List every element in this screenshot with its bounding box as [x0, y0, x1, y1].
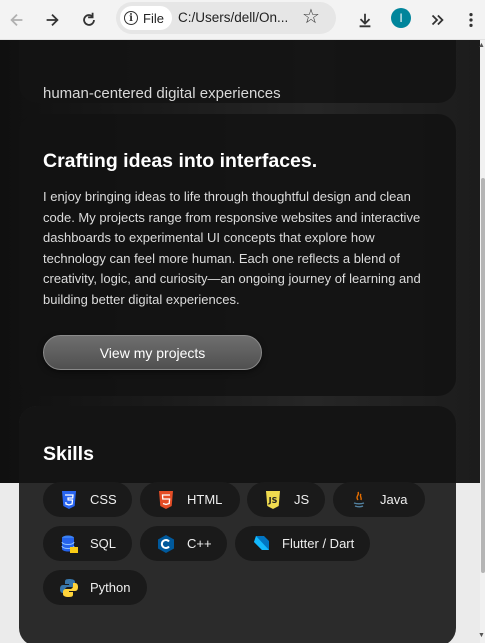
reload-icon[interactable]	[75, 6, 103, 34]
skill-label: Python	[90, 580, 131, 595]
back-icon[interactable]	[3, 6, 31, 34]
site-info-chip[interactable]: i File	[120, 6, 172, 30]
forward-icon[interactable]	[38, 6, 66, 34]
url-text: C:/Users/dell/On...	[178, 10, 289, 25]
download-icon[interactable]	[351, 6, 379, 34]
address-bar[interactable]: i File C:/Users/dell/On... ☆	[116, 2, 336, 34]
browser-toolbar: i File C:/Users/dell/On... ☆ I	[0, 0, 485, 40]
skills-title: Skills	[43, 443, 94, 465]
about-card: Crafting ideas into interfaces. I enjoy …	[19, 114, 456, 396]
skill-label: CSS	[90, 492, 117, 507]
skill-label: Flutter / Dart	[282, 536, 355, 551]
skill-pill-html: HTML	[140, 482, 240, 517]
skill-label: JS	[294, 492, 310, 507]
bookmark-star-icon[interactable]: ☆	[302, 7, 320, 27]
javascript-icon: JS	[263, 490, 283, 510]
skill-pill-sql: SQL	[43, 526, 132, 561]
java-icon	[349, 490, 369, 510]
view-projects-button[interactable]: View my projects	[43, 335, 262, 370]
skill-pill-java: Java	[333, 482, 425, 517]
skill-label: SQL	[90, 536, 117, 551]
skill-pill-js: JS JS	[247, 482, 325, 517]
skill-pill-cpp: C++	[140, 526, 227, 561]
svg-text:JS: JS	[268, 496, 278, 505]
site-info-label: File	[143, 10, 164, 26]
css3-icon	[59, 490, 79, 510]
database-icon	[59, 534, 79, 554]
scrollbar-thumb[interactable]	[481, 178, 485, 573]
cplusplus-icon	[156, 534, 176, 554]
skill-pill-python: Python	[43, 570, 147, 605]
python-icon	[59, 578, 79, 598]
menu-kebab-icon[interactable]	[457, 6, 485, 34]
skill-pill-flutter-dart: Flutter / Dart	[235, 526, 370, 561]
skills-card: Skills CSS HTML JS JS Java SQL C++ Flutt…	[19, 406, 456, 643]
html5-icon	[156, 490, 176, 510]
extensions-overflow-icon[interactable]	[423, 6, 451, 34]
info-icon: i	[124, 11, 138, 25]
dart-icon	[251, 534, 271, 554]
skill-label: HTML	[187, 492, 223, 507]
intro-card: human-centered digital experiences	[19, 40, 456, 103]
page-viewport: human-centered digital experiences Craft…	[0, 40, 480, 643]
skill-label: C++	[187, 536, 212, 551]
about-title: Crafting ideas into interfaces.	[43, 150, 318, 172]
skill-pill-css: CSS	[43, 482, 132, 517]
profile-avatar[interactable]: I	[391, 8, 411, 28]
skill-label: Java	[380, 492, 408, 507]
scroll-down-arrow-icon[interactable]: ▼	[478, 632, 485, 639]
about-body: I enjoy bringing ideas to life through t…	[43, 189, 421, 307]
scroll-up-arrow-icon[interactable]: ▲	[478, 42, 485, 49]
intro-subtitle: human-centered digital experiences	[43, 85, 281, 102]
